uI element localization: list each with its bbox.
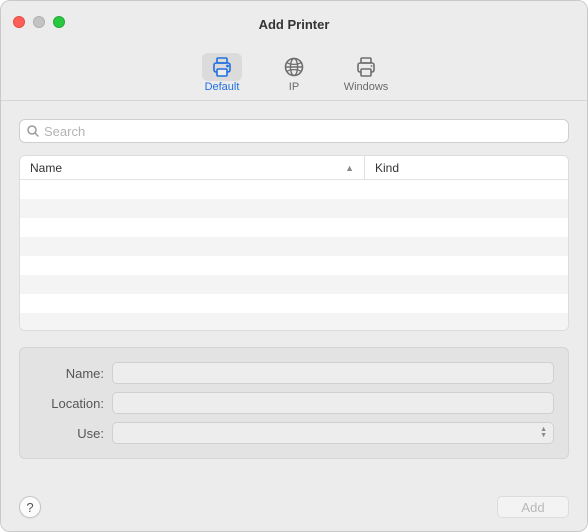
printer-details-form: Name: Location: Use: ▲▼ (19, 347, 569, 459)
table-row (20, 275, 568, 294)
titlebar: Add Printer (1, 1, 587, 47)
toolbar-tab-label: Default (205, 81, 240, 93)
minimize-window-button[interactable] (33, 16, 45, 28)
search-field-container (19, 119, 569, 143)
use-select[interactable]: ▲▼ (112, 422, 554, 444)
add-printer-window: Add Printer Default (0, 0, 588, 532)
name-label: Name: (34, 366, 112, 381)
search-icon (26, 124, 44, 138)
table-header: Name ▲ Kind (20, 156, 568, 180)
table-row (20, 199, 568, 218)
toolbar-tab-default[interactable]: Default (193, 51, 251, 97)
table-row (20, 313, 568, 331)
toolbar-tab-label: Windows (344, 81, 389, 93)
windows-printer-icon (346, 53, 386, 81)
use-label: Use: (34, 426, 112, 441)
column-header-label: Kind (375, 161, 399, 175)
name-field[interactable] (112, 362, 554, 384)
column-header-kind[interactable]: Kind (365, 156, 568, 179)
footer: ? Add (1, 483, 587, 531)
location-label: Location: (34, 396, 112, 411)
help-icon: ? (26, 500, 33, 515)
chevron-up-down-icon: ▲▼ (540, 427, 547, 439)
add-button[interactable]: Add (497, 496, 569, 518)
zoom-window-button[interactable] (53, 16, 65, 28)
search-input[interactable] (44, 124, 562, 139)
window-controls (13, 16, 65, 28)
toolbar-tab-label: IP (289, 81, 299, 93)
table-row (20, 256, 568, 275)
printer-icon (202, 53, 242, 81)
column-header-name[interactable]: Name ▲ (20, 156, 365, 179)
location-field[interactable] (112, 392, 554, 414)
table-body[interactable] (20, 180, 568, 330)
add-button-label: Add (521, 500, 544, 515)
window-title: Add Printer (259, 17, 330, 32)
toolbar-tab-ip[interactable]: IP (265, 51, 323, 97)
help-button[interactable]: ? (19, 496, 41, 518)
sort-ascending-icon: ▲ (345, 163, 354, 173)
globe-icon (274, 53, 314, 81)
table-row (20, 237, 568, 256)
content-area: Name ▲ Kind Name: (1, 101, 587, 483)
table-row (20, 218, 568, 237)
column-header-label: Name (30, 161, 62, 175)
toolbar: Default IP (1, 47, 587, 101)
printer-table: Name ▲ Kind (19, 155, 569, 331)
close-window-button[interactable] (13, 16, 25, 28)
toolbar-tab-windows[interactable]: Windows (337, 51, 395, 97)
table-row (20, 294, 568, 313)
table-row (20, 180, 568, 199)
